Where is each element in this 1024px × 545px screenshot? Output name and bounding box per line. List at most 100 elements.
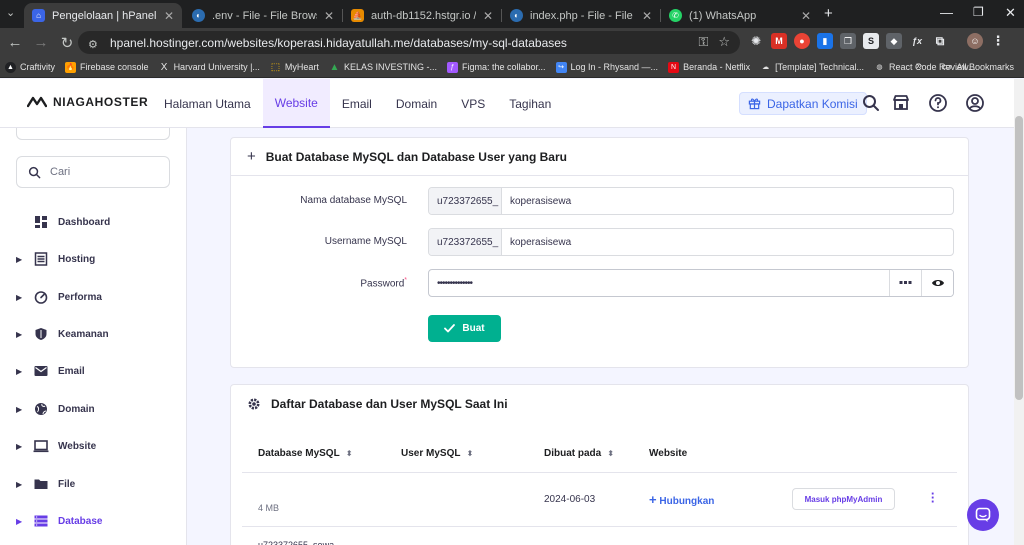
next-row-partial: u723372655_sewa [258, 540, 335, 545]
database-icon [33, 513, 49, 529]
nav-email[interactable]: Email [330, 79, 384, 128]
store-icon[interactable] [891, 93, 911, 113]
extension-fx-icon[interactable]: ƒx [909, 33, 925, 49]
shield-icon [33, 326, 49, 342]
card-header: Daftar Database dan User MySQL Saat Ini [231, 385, 968, 422]
back-icon[interactable]: ← [2, 34, 28, 51]
close-tab-icon[interactable]: ✕ [801, 9, 811, 23]
db-size: 4 MB [258, 503, 280, 513]
nav-website[interactable]: Website [262, 79, 330, 128]
extension-gear-icon[interactable]: ✺ [748, 33, 764, 49]
hubungkan-link[interactable]: + Hubungkan [649, 492, 714, 507]
bookmark-item[interactable]: ▲ KELAS INVESTING -... [324, 62, 442, 73]
more-options-icon[interactable]: · · · [930, 487, 936, 508]
col-header-database[interactable]: Database MySQL ⬍ [258, 448, 352, 459]
forward-icon[interactable]: → [28, 34, 54, 51]
logo-mark-icon [27, 96, 47, 108]
nav-tagihan[interactable]: Tagihan [497, 79, 563, 128]
all-bookmarks-button[interactable]: ▭ All Bookmarks [941, 60, 1014, 73]
card-header[interactable]: + Buat Database MySQL dan Database User … [231, 138, 968, 176]
sidebar-item-keamanan[interactable]: ▶ Keamanan [16, 323, 176, 345]
nav-halaman-utama[interactable]: Halaman Utama [152, 79, 263, 128]
col-header-created[interactable]: Dibuat pada ⬍ [544, 448, 614, 459]
browser-tab[interactable]: ⛵ auth-db1152.hstgr.io / 127.0.0. ✕ [343, 3, 501, 28]
extension-shield-icon[interactable]: ◆ [886, 33, 902, 49]
bookmark-item[interactable]: ⬚ MyHeart [265, 62, 324, 73]
password-input[interactable]: •••••••••••••• [429, 278, 473, 289]
close-tab-icon[interactable]: ✕ [324, 9, 334, 23]
extension-s-icon[interactable]: S [863, 33, 879, 49]
password-field[interactable]: •••••••••••••• [428, 269, 954, 297]
sidebar-item-performa[interactable]: ▶ Performa [16, 286, 176, 308]
username-field[interactable]: u723372655_ koperasisewa [428, 228, 954, 256]
profile-avatar-icon[interactable]: ☺ [967, 33, 983, 49]
user-prefix: u723372655_ [429, 229, 502, 255]
website-selector[interactable] [16, 128, 170, 140]
db-name-field[interactable]: u723372655_ koperasisewa [428, 187, 954, 215]
account-icon[interactable] [965, 93, 985, 113]
username-label: Username MySQL [324, 236, 407, 247]
nav-domain[interactable]: Domain [384, 79, 449, 128]
col-header-user[interactable]: User MySQL ⬍ [401, 448, 473, 459]
buat-button[interactable]: Buat [428, 315, 501, 342]
extension-red-icon[interactable]: ● [794, 33, 810, 49]
sidebar-search-input[interactable]: Cari [16, 156, 170, 188]
bookmark-item[interactable]: N Beranda - Netflix [663, 61, 755, 73]
dapatkan-komisi-button[interactable]: Dapatkan Komisi [739, 92, 867, 115]
new-tab-icon[interactable]: + [824, 5, 833, 22]
craftivity-icon: ▲ [5, 61, 16, 73]
chat-support-button[interactable] [967, 499, 999, 531]
extension-copy-icon[interactable]: ❐ [840, 33, 856, 49]
sidebar-item-domain[interactable]: ▶ Domain [16, 398, 176, 420]
bookmark-item[interactable]: ƒ Figma: the collabor... [442, 61, 551, 73]
sidebar-item-dashboard[interactable]: Dashboard [16, 211, 176, 233]
username-input[interactable]: koperasisewa [502, 237, 571, 248]
url-text[interactable]: hpanel.hostinger.com/websites/koperasi.h… [110, 36, 567, 50]
bookmark-item[interactable]: X Harvard University |... [154, 62, 265, 73]
sidebar-item-database[interactable]: ▶ Database [16, 510, 176, 532]
page-scrollbar-thumb[interactable] [1015, 116, 1023, 400]
close-tab-icon[interactable]: ✕ [164, 9, 174, 23]
db-name-input[interactable]: koperasisewa [502, 196, 571, 207]
close-window-icon[interactable]: ✕ [1005, 5, 1016, 21]
tab-search-icon[interactable]: ⌄ [6, 6, 15, 19]
search-icon[interactable] [861, 93, 881, 113]
extension-blue-icon[interactable]: ▮ [817, 33, 833, 49]
close-tab-icon[interactable]: ✕ [483, 9, 493, 23]
phpmyadmin-button[interactable]: Masuk phpMyAdmin [792, 488, 895, 510]
address-bar[interactable]: ⚙ hpanel.hostinger.com/websites/koperasi… [78, 31, 740, 54]
site-info-icon[interactable]: ⚙ [88, 38, 102, 51]
browser-tab[interactable]: ◐ index.php - File - File Browser ✕ [502, 3, 660, 28]
more-bookmarks-icon[interactable]: » [916, 60, 922, 72]
check-icon [444, 324, 456, 333]
nav-vps[interactable]: VPS [449, 79, 497, 128]
sidebar-item-website[interactable]: ▶ Website [16, 435, 176, 457]
minimize-icon[interactable]: — [940, 5, 953, 20]
sidebar-item-email[interactable]: ▶ Email [16, 360, 176, 382]
sidebar: Cari Dashboard ▶ Hosting ▶ Performa ▶ Ke… [0, 128, 187, 545]
bookmark-item[interactable]: ↪ Log In - Rhysand —... [551, 61, 664, 73]
browser-tab[interactable]: ◐ .env - File - File Browser ✕ [184, 3, 342, 28]
extensions-puzzle-icon[interactable]: ⧉ [932, 33, 948, 49]
password-key-icon[interactable]: ⚿ [698, 34, 708, 50]
close-tab-icon[interactable]: ✕ [642, 9, 652, 23]
rhysand-icon: ↪ [555, 61, 567, 73]
niagahoster-logo[interactable]: NIAGAHOSTER [27, 95, 148, 109]
bookmark-item[interactable]: 🔥 Firebase console [60, 61, 154, 73]
help-icon[interactable] [928, 93, 948, 113]
browser-menu-icon[interactable]: ⋮ [990, 33, 1006, 49]
show-password-button[interactable] [921, 270, 953, 296]
generate-password-button[interactable] [889, 270, 921, 296]
bookmark-item[interactable]: ☁ [Template] Technical... [755, 62, 869, 73]
extension-m-icon[interactable]: M [771, 33, 787, 49]
sidebar-item-hosting[interactable]: ▶ Hosting [16, 248, 176, 270]
browser-tab[interactable]: ⌂ Pengelolaan | hPanel ✕ [24, 3, 182, 28]
restore-icon[interactable]: ❐ [973, 5, 984, 19]
bookmark-star-icon[interactable]: ☆ [718, 34, 730, 50]
browser-toolbar: ← → ↻ ⚙ hpanel.hostinger.com/websites/ko… [0, 28, 1024, 57]
bookmark-item[interactable]: ▲ Craftivity [0, 61, 60, 73]
database-list-card: Daftar Database dan User MySQL Saat Ini [230, 384, 969, 545]
sidebar-item-file[interactable]: ▶ File [16, 473, 176, 495]
reload-icon[interactable]: ↻ [54, 34, 80, 52]
browser-tab[interactable]: ✆ (1) WhatsApp ✕ [661, 3, 819, 28]
